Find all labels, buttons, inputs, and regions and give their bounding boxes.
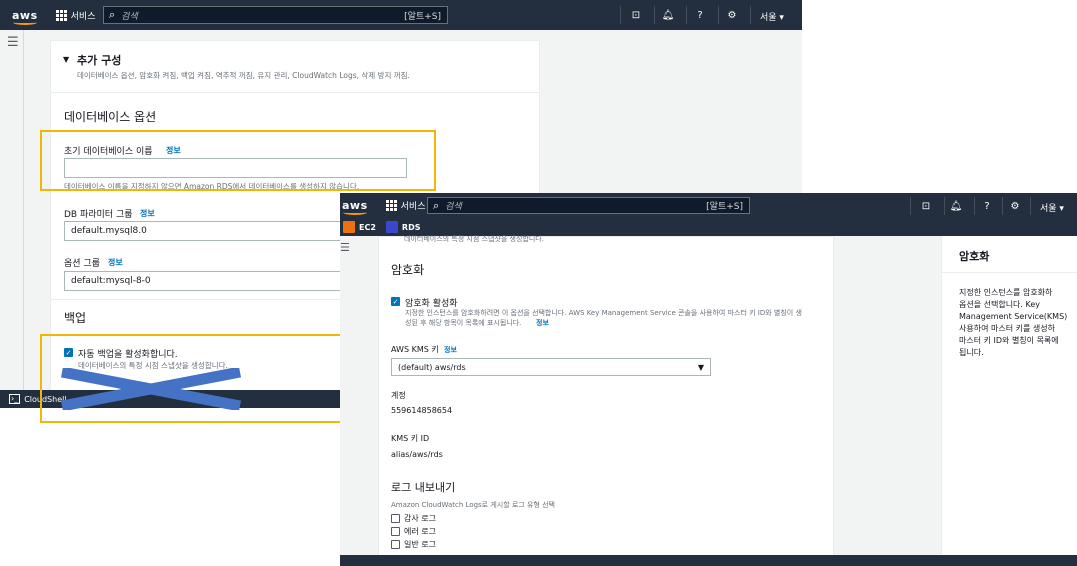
grid-icon (55, 9, 67, 21)
divider (942, 272, 1077, 273)
help-panel-title: 암호화 (959, 250, 990, 263)
region-selector[interactable]: 서울 ▾ (760, 10, 784, 23)
caret-down-icon[interactable]: ▼ (63, 55, 69, 64)
nav-divider (23, 30, 24, 390)
enable-encryption-checkbox[interactable]: ✓ (391, 297, 400, 306)
option-group-select[interactable]: default:mysql-8-0 (64, 271, 354, 291)
separator (750, 6, 751, 24)
aws-logo[interactable]: aws (12, 9, 38, 25)
encryption-desc-line1: 지정한 인스턴스를 암호화하려면 이 옵션을 선택합니다. AWS Key Ma… (405, 309, 802, 317)
help-icon[interactable]: ? (694, 9, 706, 21)
back-top-nav: aws 서비스 ⌕ 검색 [알트+S] ⊡ 🔔︎ ? ⚙ 서울 ▾ (0, 0, 802, 30)
separator (944, 197, 945, 215)
option-group-label: 옵션 그룹 (64, 259, 100, 269)
option-group-info-link[interactable]: 정보 (108, 257, 123, 268)
separator (686, 6, 687, 24)
param-group-label: DB 파라미터 그룹 (64, 210, 133, 220)
help-line: 됩니다. (959, 348, 984, 357)
account-label: 계정 (391, 391, 406, 400)
separator (1002, 197, 1003, 215)
audit-log-checkbox[interactable] (391, 514, 400, 523)
param-group-select[interactable]: default.mysql8.0 (64, 221, 354, 241)
kms-key-value: (default) aws/rds (398, 362, 466, 372)
favorite-rds-label: RDS (401, 222, 421, 232)
help-line: 사용하여 마스터 키를 생성하 (959, 324, 1055, 333)
separator (654, 6, 655, 24)
kms-key-select[interactable]: (default) aws/rds ▼ (391, 358, 711, 376)
front-top-nav: aws 서비스 ⌕ 검색 [알트+S] ⊡ 🔔︎ ? ⚙ 서울 ▾ (340, 193, 1077, 218)
bell-icon[interactable]: 🔔︎ (662, 9, 675, 21)
log-export-desc: Amazon CloudWatch Logs로 게시할 로그 유형 선택 (391, 501, 555, 509)
kms-key-label: AWS KMS 키 (391, 345, 439, 354)
cross-out-mark (60, 368, 242, 410)
services-menu[interactable]: 서비스 (55, 9, 96, 22)
kms-id-value: alias/aws/rds (391, 450, 443, 459)
cloudshell-icon[interactable]: ⊡ (630, 9, 642, 21)
log-export-heading: 로그 내보내기 (391, 481, 456, 494)
account-value: 559614858654 (391, 406, 453, 415)
services-label: 서비스 (70, 11, 96, 22)
audit-log-label[interactable]: 감사 로그 (404, 513, 436, 524)
search-icon: ⌕ (433, 198, 440, 212)
cut-off-text: 데이터베이스의 특정 시점 스냅샷을 생성합니다. (404, 235, 544, 243)
rds-icon (385, 221, 398, 233)
separator (974, 197, 975, 215)
ec2-icon (343, 221, 355, 233)
favorite-ec2-label: EC2 (359, 222, 376, 232)
search-shortcut: [알트+S] (404, 11, 441, 22)
search-placeholder: 검색 (445, 202, 462, 212)
aws-logo[interactable]: aws (342, 199, 368, 215)
search-input[interactable]: ⌕ 검색 [알트+S] (103, 6, 448, 24)
grid-icon (385, 200, 397, 211)
bell-icon[interactable]: 🔔︎ (950, 200, 963, 212)
backup-heading: 백업 (64, 311, 87, 325)
help-line: Management Service(KMS) (959, 312, 1068, 321)
help-line: 지정한 인스턴스를 암호화하 (959, 288, 1053, 297)
kms-id-label: KMS 키 ID (391, 434, 430, 443)
additional-config-title[interactable]: 추가 구성 (77, 52, 121, 68)
param-group-info-link[interactable]: 정보 (140, 208, 155, 219)
favorite-ec2[interactable]: EC2 (343, 221, 376, 233)
separator (1030, 197, 1031, 215)
cloudshell-icon[interactable]: ⊡ (920, 200, 932, 212)
general-log-checkbox[interactable] (391, 540, 400, 549)
kms-key-info-link[interactable]: 정보 (444, 345, 457, 355)
region-selector[interactable]: 서울 ▾ (1040, 201, 1064, 214)
encryption-desc-line2: 성된 후 해당 항목이 목록에 표시됩니다. (405, 319, 522, 327)
separator (910, 197, 911, 215)
divider (51, 92, 539, 93)
divider (51, 299, 351, 300)
services-label: 서비스 (400, 202, 426, 212)
dropdown-caret-icon: ▼ (697, 362, 704, 372)
search-shortcut: [알트+S] (706, 202, 743, 212)
search-icon: ⌕ (109, 8, 116, 21)
gear-icon[interactable]: ⚙ (726, 9, 738, 21)
encryption-info-link[interactable]: 정보 (536, 318, 549, 328)
help-line: 마스터 키 ID와 별칭이 목록에 (959, 336, 1059, 345)
search-input[interactable]: ⌕ 검색 [알트+S] (427, 197, 750, 214)
database-options-heading: 데이터베이스 옵션 (64, 110, 157, 124)
help-panel (941, 236, 1077, 566)
front-footer (340, 555, 1077, 566)
additional-config-subtitle: 데이터베이스 옵션, 암호화 켜짐, 백업 켜짐, 역추적 꺼짐, 유지 관리,… (77, 71, 410, 80)
hamburger-icon[interactable]: ☰ (7, 35, 19, 50)
help-line: 옵션을 선택합니다. Key (959, 300, 1041, 309)
encryption-panel (378, 236, 834, 566)
gear-icon[interactable]: ⚙ (1009, 200, 1021, 212)
screenshot-canvas: aws 서비스 ⌕ 검색 [알트+S] ⊡ 🔔︎ ? ⚙ 서울 ▾ ☰ ▼ 추가… (0, 0, 1077, 566)
error-log-label[interactable]: 에러 로그 (404, 526, 436, 537)
help-panel-body: 지정한 인스턴스를 암호화하 옵션을 선택합니다. Key Management… (959, 287, 1067, 359)
error-log-checkbox[interactable] (391, 527, 400, 536)
hamburger-icon[interactable]: ☰ (340, 241, 350, 254)
services-menu[interactable]: 서비스 (385, 199, 426, 212)
highlight-box-db-name (40, 130, 436, 191)
cloudshell-icon: ›_ (9, 394, 21, 404)
separator (620, 6, 621, 24)
general-log-label[interactable]: 일반 로그 (404, 539, 436, 550)
encryption-heading: 암호화 (391, 263, 425, 277)
separator (718, 6, 719, 24)
help-icon[interactable]: ? (981, 200, 993, 212)
favorite-rds[interactable]: RDS (385, 221, 421, 233)
search-placeholder: 검색 (121, 11, 138, 22)
